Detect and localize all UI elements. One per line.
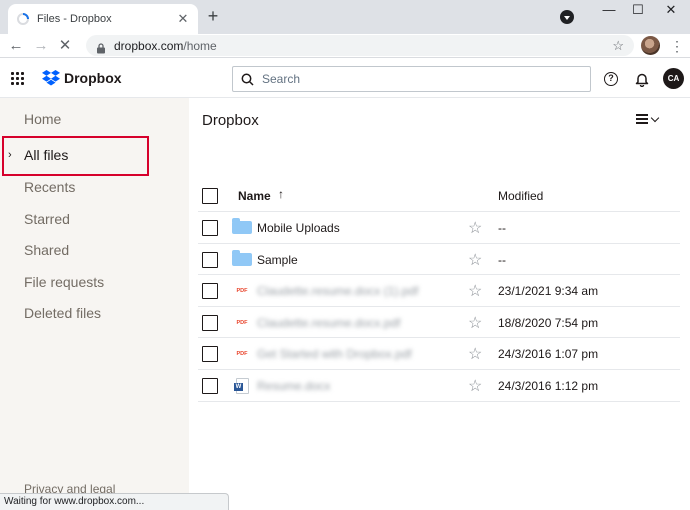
row-checkbox[interactable] (202, 346, 218, 363)
brand-name: Dropbox (64, 70, 122, 86)
loading-favicon-icon (16, 12, 30, 26)
pdf-file-icon: PDF (236, 319, 248, 326)
table-row[interactable]: Sample ☆ -- (198, 244, 680, 276)
address-bar[interactable]: dropbox.com/home ☆ (86, 35, 634, 56)
star-icon[interactable]: ☆ (468, 218, 482, 238)
tab-title: Files - Dropbox (37, 13, 112, 25)
column-header-name[interactable]: Name (238, 189, 271, 203)
modified-date: 23/1/2021 9:34 am (498, 284, 599, 299)
forward-icon[interactable]: → (32, 37, 50, 55)
tab-search-icon[interactable] (560, 10, 574, 24)
stop-loading-icon[interactable]: ✕ (56, 37, 74, 55)
close-window-button[interactable]: ✕ (660, 2, 682, 20)
dropbox-logo-icon (42, 70, 60, 86)
star-icon[interactable]: ☆ (468, 344, 482, 364)
select-all-checkbox[interactable] (202, 188, 218, 204)
file-name[interactable]: Resume.docx (257, 379, 330, 393)
search-icon (241, 73, 254, 86)
sidebar-item-deleted-files[interactable]: Deleted files (24, 305, 101, 321)
star-icon[interactable]: ☆ (468, 376, 482, 396)
chevron-right-icon: › (8, 149, 12, 161)
app-grid-icon[interactable] (11, 72, 24, 85)
file-table: Name ↑ Modified Mobile Uploads ☆ -- Samp… (198, 180, 680, 402)
file-name[interactable]: Claudette.resume.docx (1).pdf (257, 284, 418, 298)
file-name[interactable]: Mobile Uploads (257, 221, 340, 235)
view-options-button[interactable] (636, 113, 660, 124)
app-header: Dropbox ? CA (0, 58, 690, 98)
sort-arrow-icon[interactable]: ↑ (278, 187, 284, 201)
sidebar-item-home[interactable]: Home (24, 111, 61, 127)
modified-date: 18/8/2020 7:54 pm (498, 315, 599, 330)
browser-toolbar: ← → ✕ dropbox.com/home ☆ ⋮ (0, 34, 690, 58)
row-checkbox[interactable] (202, 314, 218, 331)
sidebar-item-recents[interactable]: Recents (24, 179, 75, 195)
list-view-icon (636, 114, 648, 124)
star-icon[interactable]: ☆ (468, 250, 482, 270)
table-row[interactable]: W Resume.docx ☆ 24/3/2016 1:12 pm (198, 370, 680, 402)
page-title: Dropbox (202, 112, 259, 129)
row-checkbox[interactable] (202, 377, 218, 394)
new-tab-button[interactable]: + (204, 7, 222, 26)
sidebar-item-file-requests[interactable]: File requests (24, 274, 104, 290)
modified-date: -- (498, 252, 506, 267)
minimize-button[interactable]: — (598, 2, 620, 20)
star-icon[interactable]: ☆ (468, 313, 482, 333)
sidebar-item-starred[interactable]: Starred (24, 211, 70, 227)
pdf-file-icon: PDF (236, 288, 248, 295)
word-badge: W (234, 382, 243, 391)
bookmark-star-icon[interactable]: ☆ (612, 38, 624, 54)
table-row[interactable]: PDF Get Started with Dropbox.pdf ☆ 24/3/… (198, 338, 680, 370)
column-header-modified[interactable]: Modified (498, 189, 543, 203)
pdf-file-icon: PDF (236, 351, 248, 358)
table-row[interactable]: PDF Claudette.resume.docx.pdf ☆ 18/8/202… (198, 307, 680, 339)
folder-icon (232, 218, 252, 234)
modified-date: 24/3/2016 1:07 pm (498, 347, 599, 362)
search-box[interactable] (232, 66, 591, 92)
file-name[interactable]: Get Started with Dropbox.pdf (257, 347, 412, 361)
word-file-icon: W (234, 377, 249, 394)
user-avatar[interactable]: CA (663, 68, 684, 89)
browser-tab-strip: Files - Dropbox ✕ + — ☐ ✕ (0, 0, 690, 34)
row-checkbox[interactable] (202, 283, 218, 300)
sidebar-item-shared[interactable]: Shared (24, 242, 69, 258)
sidebar-item-all-files[interactable]: All files (24, 147, 68, 163)
modified-date: -- (498, 221, 506, 235)
browser-menu-icon[interactable]: ⋮ (670, 37, 684, 55)
maximize-button[interactable]: ☐ (627, 2, 649, 20)
browser-tab[interactable]: Files - Dropbox ✕ (8, 4, 198, 34)
table-row[interactable]: PDF Claudette.resume.docx (1).pdf ☆ 23/1… (198, 275, 680, 307)
modified-date: 24/3/2016 1:12 pm (498, 378, 599, 393)
table-header: Name ↑ Modified (198, 180, 680, 212)
row-checkbox[interactable] (202, 251, 218, 268)
back-icon[interactable]: ← (7, 37, 25, 55)
browser-profile-avatar[interactable] (641, 36, 660, 55)
table-row[interactable]: Mobile Uploads ☆ -- (198, 212, 680, 244)
row-checkbox[interactable] (202, 220, 218, 236)
search-input[interactable] (262, 72, 562, 86)
help-icon[interactable]: ? (602, 70, 620, 88)
file-name[interactable]: Claudette.resume.docx.pdf (257, 316, 400, 330)
browser-status-bar: Waiting for www.dropbox.com... (0, 493, 229, 510)
folder-icon (232, 249, 252, 266)
tab-close-icon[interactable]: ✕ (176, 11, 190, 27)
dropbox-logo[interactable]: Dropbox (42, 70, 122, 86)
chevron-down-icon (650, 113, 660, 122)
star-icon[interactable]: ☆ (468, 281, 482, 301)
url-text: dropbox.com/home (114, 38, 217, 53)
lock-icon[interactable] (96, 41, 106, 53)
file-name[interactable]: Sample (257, 253, 298, 267)
notifications-bell-icon[interactable] (633, 70, 651, 88)
